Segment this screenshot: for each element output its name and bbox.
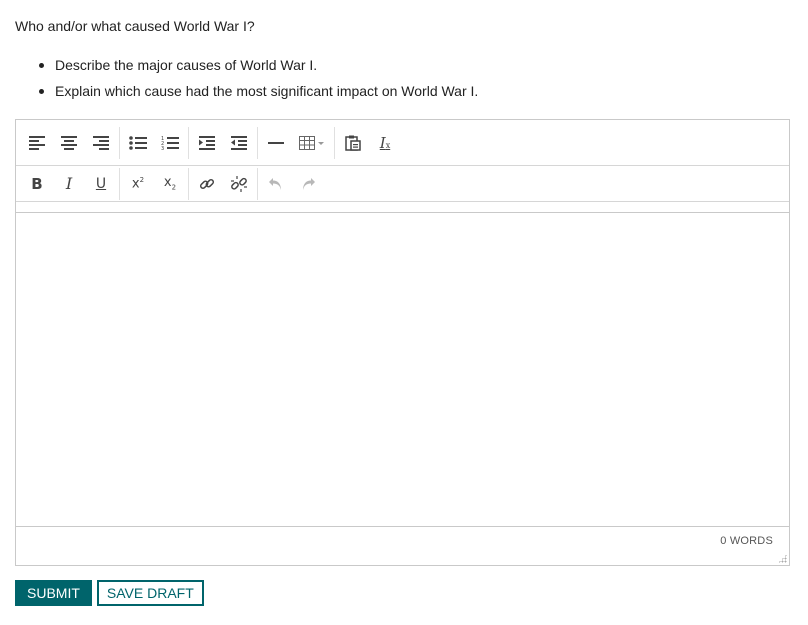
align-left-button[interactable] [21, 129, 53, 157]
clear-formatting-icon: Ix [379, 133, 391, 152]
form-actions: SUBMIT SAVE DRAFT [15, 580, 204, 606]
link-button[interactable] [191, 170, 223, 198]
clipboard-group: Ix [335, 127, 403, 159]
horizontal-rule-button[interactable] [260, 129, 292, 157]
underline-button[interactable]: U [85, 170, 117, 198]
history-group [258, 168, 326, 200]
unlink-icon [231, 175, 247, 192]
numbered-list-button[interactable]: 1 2 3 [154, 129, 186, 157]
bold-icon: B [31, 174, 43, 193]
editor-toolbar-row-2: B I U x2 x2 [16, 166, 789, 202]
clear-formatting-button[interactable]: Ix [369, 129, 401, 157]
instruction-item: Describe the major causes of World War I… [15, 56, 478, 82]
paste-icon [345, 135, 361, 151]
redo-icon [303, 177, 315, 190]
svg-text:3: 3 [161, 146, 164, 151]
alignment-group [19, 126, 120, 159]
bulleted-list-icon [129, 135, 147, 150]
text-style-group: B I U [19, 167, 120, 200]
rich-text-editor: 1 2 3 Ix B I U x2 x2 0 WORDS [15, 119, 790, 566]
list-group: 1 2 3 [120, 126, 189, 159]
italic-icon: I [65, 174, 73, 193]
link-group [189, 167, 258, 200]
indent-group [189, 126, 258, 159]
underline-icon: U [95, 175, 107, 192]
undo-button[interactable] [260, 170, 292, 198]
undo-icon [269, 177, 281, 190]
align-center-icon [61, 135, 77, 150]
paste-button[interactable] [337, 129, 369, 157]
link-icon [199, 178, 215, 189]
bold-button[interactable]: B [21, 170, 53, 198]
editor-toolbar-row-1: 1 2 3 Ix [16, 120, 789, 166]
table-dropdown-button[interactable] [292, 129, 332, 157]
indent-button[interactable] [191, 129, 223, 157]
redo-button[interactable] [292, 170, 324, 198]
italic-button[interactable]: I [53, 170, 85, 198]
indent-icon [199, 135, 215, 150]
align-center-button[interactable] [53, 129, 85, 157]
align-right-icon [93, 135, 109, 150]
align-left-icon [29, 135, 45, 150]
submit-button[interactable]: SUBMIT [15, 580, 92, 606]
align-right-button[interactable] [85, 129, 117, 157]
superscript-button[interactable]: x2 [122, 170, 154, 198]
instruction-item: Explain which cause had the most signifi… [15, 82, 478, 108]
numbered-list-icon: 1 2 3 [161, 136, 179, 151]
script-group: x2 x2 [120, 167, 189, 200]
editor-statusbar: 0 WORDS [16, 527, 789, 565]
editor-content-area[interactable] [16, 214, 789, 527]
toolbar-spacer [16, 202, 789, 213]
horizontal-rule-icon [268, 141, 284, 144]
outdent-button[interactable] [223, 129, 255, 157]
table-icon [299, 135, 324, 150]
subscript-icon: x2 [163, 175, 177, 192]
save-draft-button[interactable]: SAVE DRAFT [96, 580, 204, 606]
superscript-icon: x2 [131, 175, 145, 192]
question-prompt: Who and/or what caused World War I? [15, 18, 255, 34]
question-instructions: Describe the major causes of World War I… [15, 56, 478, 108]
insert-group [258, 126, 335, 159]
resize-handle[interactable] [778, 554, 787, 563]
unlink-button[interactable] [223, 170, 255, 198]
word-count: 0 WORDS [720, 535, 773, 547]
outdent-icon [231, 135, 247, 150]
subscript-button[interactable]: x2 [154, 170, 186, 198]
bulleted-list-button[interactable] [122, 129, 154, 157]
